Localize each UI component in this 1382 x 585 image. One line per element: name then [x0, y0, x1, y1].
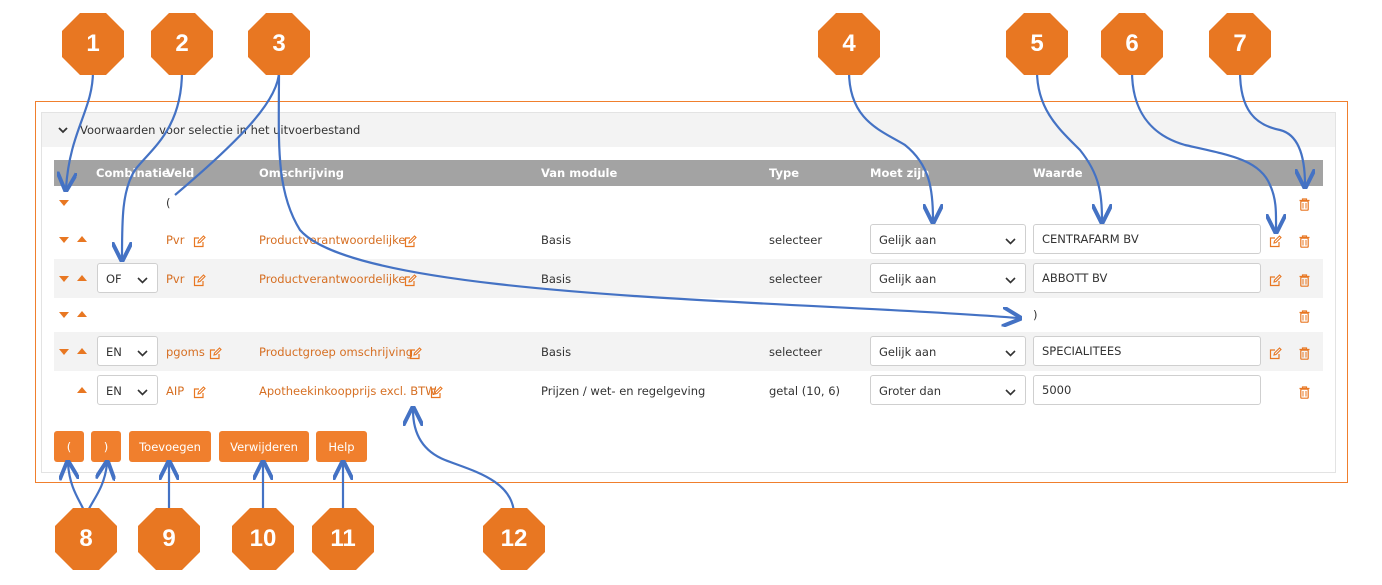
- panel-title: Voorwaarden voor selectie in het uitvoer…: [80, 123, 361, 137]
- help-button[interactable]: Help: [316, 431, 367, 462]
- arrow-up-icon[interactable]: [77, 348, 87, 354]
- table-row: EN AIP Apotheekinkoopprijs excl. BTW Pri…: [54, 371, 1323, 410]
- col-combinatie: Combinatie: [96, 166, 170, 180]
- veld-value[interactable]: pgoms: [166, 345, 205, 359]
- edit-icon[interactable]: [1269, 345, 1282, 364]
- edit-icon[interactable]: [193, 233, 206, 252]
- omschrijving-value[interactable]: Productverantwoordelijke: [259, 272, 405, 286]
- col-veld: Veld: [166, 166, 195, 180]
- close-paren-button[interactable]: ): [91, 431, 121, 462]
- edit-icon[interactable]: [409, 345, 422, 364]
- arrow-up-icon[interactable]: [77, 275, 87, 281]
- chevron-down-icon: [137, 385, 148, 399]
- edit-icon[interactable]: [430, 384, 443, 403]
- chevron-down-icon: [1005, 385, 1016, 399]
- table-row: Pvr Productverantwoordelijke Basis selec…: [54, 220, 1323, 259]
- omschrijving-value[interactable]: Apotheekinkoopprijs excl. BTW: [259, 384, 437, 398]
- arrow-down-icon[interactable]: [59, 349, 69, 355]
- arrow-up-icon[interactable]: [77, 387, 87, 393]
- type-value: selecteer: [769, 233, 823, 247]
- moet-zijn-select[interactable]: Groter dan: [870, 375, 1026, 405]
- type-value: selecteer: [769, 272, 823, 286]
- callout-badge: 3: [248, 13, 310, 75]
- close-paren-label: ): [1033, 308, 1038, 322]
- trash-icon[interactable]: [1299, 345, 1310, 364]
- chevron-down-icon: [1005, 346, 1016, 360]
- open-paren-button[interactable]: (: [54, 431, 84, 462]
- col-omschrijving: Omschrijving: [259, 166, 345, 180]
- callout-badge: 7: [1209, 13, 1271, 75]
- chevron-down-icon[interactable]: [58, 123, 68, 137]
- table-row: ): [54, 298, 1323, 332]
- omschrijving-value[interactable]: Productgroep omschrijving: [259, 345, 413, 359]
- chevron-down-icon: [1005, 273, 1016, 287]
- edit-icon[interactable]: [404, 272, 417, 291]
- module-value: Prijzen / wet- en regelgeving: [541, 384, 706, 398]
- edit-icon[interactable]: [404, 233, 417, 252]
- col-waarde: Waarde: [1033, 166, 1083, 180]
- edit-icon[interactable]: [209, 345, 222, 364]
- edit-icon[interactable]: [193, 272, 206, 291]
- panel-header[interactable]: Voorwaarden voor selectie in het uitvoer…: [42, 113, 1335, 147]
- moet-zijn-select[interactable]: Gelijk aan: [870, 336, 1026, 366]
- callout-badge: 6: [1101, 13, 1163, 75]
- callout-badge: 2: [151, 13, 213, 75]
- callout-badge: 4: [818, 13, 880, 75]
- table-row: (: [54, 186, 1323, 220]
- moet-zijn-select[interactable]: Gelijk aan: [870, 224, 1026, 254]
- waarde-input[interactable]: [1033, 336, 1261, 366]
- edit-icon[interactable]: [193, 384, 206, 403]
- type-value: getal (10, 6): [769, 384, 841, 398]
- arrow-down-icon[interactable]: [59, 237, 69, 243]
- veld-value[interactable]: Pvr: [166, 272, 184, 286]
- trash-icon[interactable]: [1299, 233, 1310, 252]
- col-type: Type: [769, 166, 800, 180]
- omschrijving-value[interactable]: Productverantwoordelijke: [259, 233, 405, 247]
- verwijderen-button[interactable]: Verwijderen: [219, 431, 309, 462]
- arrow-up-icon[interactable]: [77, 311, 87, 317]
- veld-value[interactable]: AIP: [166, 384, 184, 398]
- module-value: Basis: [541, 272, 572, 286]
- type-value: selecteer: [769, 345, 823, 359]
- col-moet-zijn: Moet zijn: [870, 166, 930, 180]
- waarde-input[interactable]: [1033, 263, 1261, 293]
- combinatie-select[interactable]: EN: [97, 336, 158, 366]
- waarde-input[interactable]: [1033, 375, 1261, 405]
- trash-icon[interactable]: [1299, 308, 1310, 327]
- callout-badge: 10: [232, 508, 294, 570]
- chevron-down-icon: [1005, 234, 1016, 248]
- open-paren-label: (: [166, 196, 171, 210]
- callout-badge: 12: [483, 508, 545, 570]
- edit-icon[interactable]: [1269, 233, 1282, 252]
- veld-value[interactable]: Pvr: [166, 233, 184, 247]
- module-value: Basis: [541, 345, 572, 359]
- arrow-down-icon[interactable]: [59, 312, 69, 318]
- table-row: OF Pvr Productverantwoordelijke Basis se…: [54, 259, 1323, 298]
- callout-badge: 5: [1006, 13, 1068, 75]
- edit-icon[interactable]: [1269, 272, 1282, 291]
- trash-icon[interactable]: [1299, 196, 1310, 215]
- combinatie-select[interactable]: OF: [97, 263, 158, 293]
- combinatie-select[interactable]: EN: [97, 375, 158, 405]
- callout-badge: 8: [55, 508, 117, 570]
- trash-icon[interactable]: [1299, 384, 1310, 403]
- callout-badge: 9: [138, 508, 200, 570]
- waarde-input[interactable]: [1033, 224, 1261, 254]
- trash-icon[interactable]: [1299, 272, 1310, 291]
- moet-zijn-select[interactable]: Gelijk aan: [870, 263, 1026, 293]
- arrow-up-icon[interactable]: [77, 236, 87, 242]
- chevron-down-icon: [137, 273, 148, 287]
- chevron-down-icon: [137, 346, 148, 360]
- module-value: Basis: [541, 233, 572, 247]
- callout-badge: 1: [62, 13, 124, 75]
- col-van-module: Van module: [541, 166, 618, 180]
- callout-badge: 11: [312, 508, 374, 570]
- table-row: EN pgoms Productgroep omschrijving Basis…: [54, 332, 1323, 371]
- table-header: Combinatie Veld Omschrijving Van module …: [54, 160, 1323, 186]
- arrow-down-icon[interactable]: [59, 276, 69, 282]
- arrow-down-icon[interactable]: [59, 200, 69, 206]
- toevoegen-button[interactable]: Toevoegen: [129, 431, 211, 462]
